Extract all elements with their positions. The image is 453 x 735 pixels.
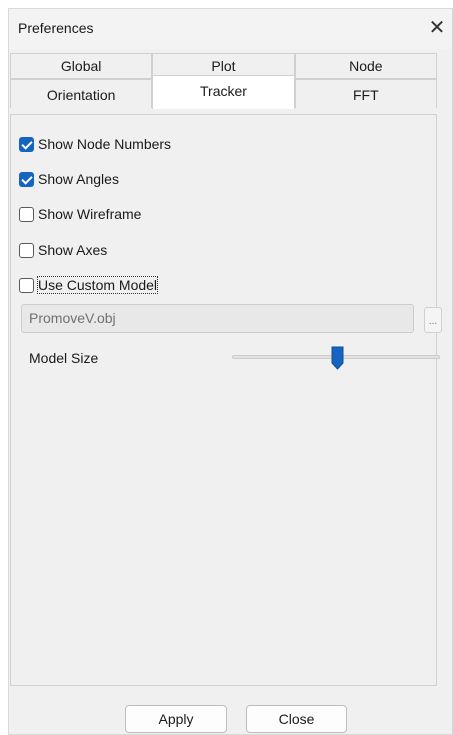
- show-angles-checkbox[interactable]: Show Angles: [19, 168, 119, 190]
- model-size-slider-thumb[interactable]: [331, 346, 344, 370]
- browse-button[interactable]: ...: [424, 307, 442, 333]
- tab-orientation[interactable]: Orientation: [10, 79, 153, 108]
- title-bar: Preferences ✕: [9, 9, 452, 49]
- show-axes-label: Show Axes: [38, 242, 108, 258]
- checkbox-checked-icon[interactable]: [19, 171, 34, 187]
- show-wireframe-checkbox[interactable]: Show Wireframe: [19, 203, 141, 225]
- show-angles-label: Show Angles: [38, 171, 119, 187]
- tab-fft[interactable]: FFT: [294, 79, 437, 108]
- close-icon[interactable]: ✕: [422, 11, 452, 45]
- model-file-field: PromoveV.obj: [21, 304, 414, 333]
- checkbox-unchecked-icon[interactable]: [19, 277, 34, 293]
- window-title: Preferences: [18, 20, 94, 36]
- tab-strip: Global Plot Node Orientation Tracker FFT: [10, 53, 437, 109]
- checkbox-unchecked-icon[interactable]: [19, 206, 34, 222]
- tab-node[interactable]: Node: [294, 53, 437, 79]
- model-size-label: Model Size: [29, 350, 99, 366]
- checkbox-unchecked-icon[interactable]: [19, 242, 34, 258]
- tab-tracker[interactable]: Tracker: [152, 75, 295, 109]
- tab-row-front: Orientation Tracker FFT: [10, 75, 437, 109]
- show-axes-checkbox[interactable]: Show Axes: [19, 239, 107, 261]
- use-custom-model-label: Use Custom Model: [36, 276, 159, 294]
- tracker-panel: [10, 114, 437, 686]
- show-wireframe-label: Show Wireframe: [38, 206, 142, 222]
- close-button[interactable]: Close: [246, 705, 347, 733]
- tab-global[interactable]: Global: [10, 53, 153, 79]
- use-custom-model-checkbox[interactable]: Use Custom Model: [19, 274, 159, 296]
- show-node-numbers-label: Show Node Numbers: [38, 136, 172, 152]
- show-node-numbers-checkbox[interactable]: Show Node Numbers: [19, 133, 171, 155]
- checkbox-checked-icon[interactable]: [19, 136, 34, 152]
- apply-button[interactable]: Apply: [125, 705, 227, 733]
